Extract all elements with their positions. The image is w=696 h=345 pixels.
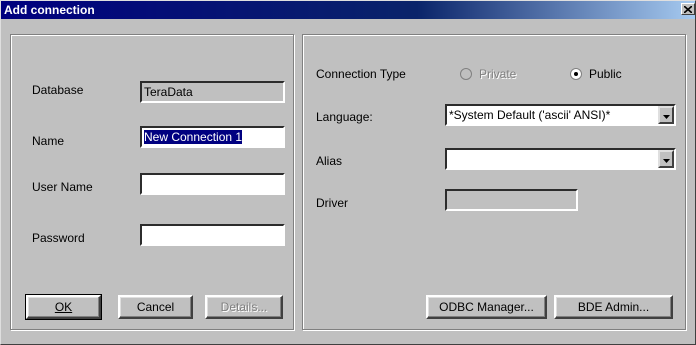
driver-label: Driver: [316, 196, 348, 210]
details-button[interactable]: Details...: [205, 295, 283, 319]
database-field: TeraData: [140, 81, 285, 103]
radio-public[interactable]: [570, 68, 582, 80]
add-connection-dialog: Add connection Database TeraData Name Ne…: [0, 0, 696, 345]
connection-type-label: Connection Type: [316, 67, 406, 81]
details-button-label: Details...: [220, 300, 268, 314]
username-field[interactable]: [140, 173, 285, 195]
odbc-manager-button-label: ODBC Manager...: [439, 300, 534, 314]
alias-label: Alias: [316, 154, 343, 168]
ok-button[interactable]: OK: [25, 294, 102, 320]
bde-admin-button[interactable]: BDE Admin...: [554, 295, 673, 319]
alias-select[interactable]: [445, 148, 676, 170]
title-bar[interactable]: Add connection: [1, 1, 695, 19]
ok-button-label: OK: [54, 300, 73, 314]
language-value: *System Default ('ascii' ANSI)*: [449, 108, 611, 122]
database-value: TeraData: [144, 85, 193, 99]
radio-public-label: Public: [589, 67, 622, 81]
cancel-button[interactable]: Cancel: [118, 295, 193, 319]
odbc-manager-button[interactable]: ODBC Manager...: [426, 295, 547, 319]
close-icon: [684, 5, 692, 13]
password-field[interactable]: [140, 224, 285, 246]
radio-private[interactable]: [460, 68, 472, 80]
close-button[interactable]: [681, 3, 695, 15]
language-select[interactable]: *System Default ('ascii' ANSI)*: [445, 104, 676, 126]
database-label: Database: [32, 83, 84, 97]
username-label: User Name: [32, 180, 93, 194]
name-field[interactable]: New Connection 1: [140, 126, 285, 148]
window-title: Add connection: [4, 3, 95, 17]
bde-admin-button-label: BDE Admin...: [577, 300, 650, 314]
name-label: Name: [32, 134, 65, 148]
driver-field: [445, 189, 578, 211]
password-label: Password: [32, 231, 85, 245]
radio-private-label: Private: [479, 67, 517, 81]
alias-dropdown-button[interactable]: [658, 150, 674, 168]
language-label: Language:: [316, 110, 373, 124]
cancel-button-label: Cancel: [136, 300, 175, 314]
chevron-down-icon: [662, 107, 670, 123]
name-value: New Connection 1: [144, 130, 243, 144]
language-dropdown-button[interactable]: [658, 106, 674, 124]
chevron-down-icon: [662, 151, 670, 167]
